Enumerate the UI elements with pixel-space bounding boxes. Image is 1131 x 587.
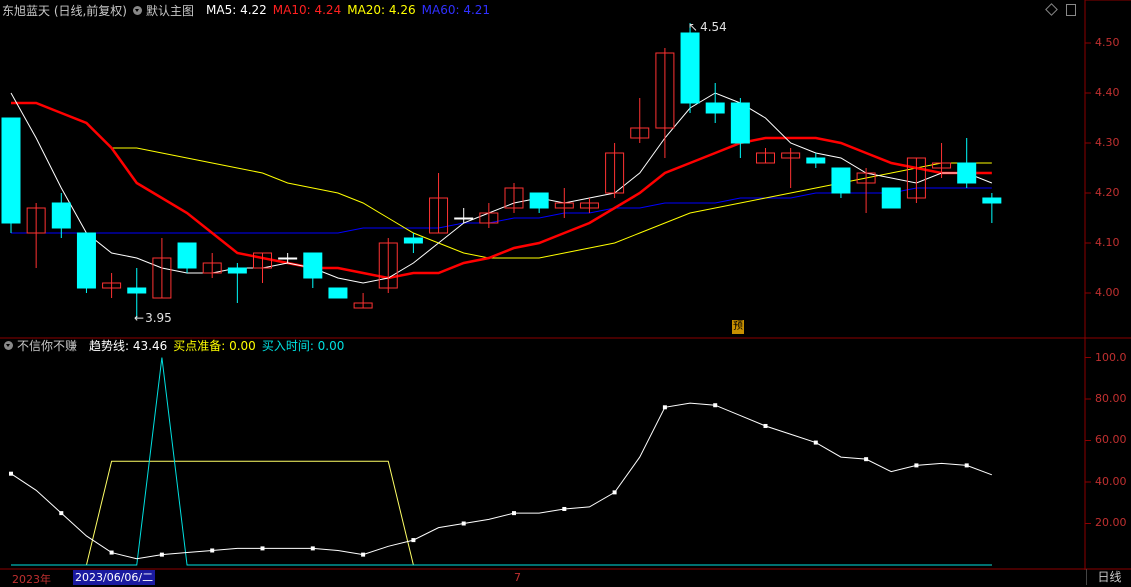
candle-body (881, 187, 901, 209)
trend-point (512, 511, 516, 516)
trend-point (562, 506, 567, 511)
trend-point (411, 538, 416, 543)
candle-body (403, 237, 423, 244)
low-price-value: 3.95 (145, 311, 172, 325)
candle-body (51, 202, 71, 229)
trend-point (59, 511, 64, 516)
trend-point (159, 552, 164, 557)
footer-month: 7 (514, 571, 521, 584)
trend-point (612, 490, 617, 495)
candle-body (680, 32, 700, 104)
candle-body (454, 217, 474, 220)
trend-point (914, 463, 919, 468)
trend-point (813, 440, 818, 445)
trend-point (713, 403, 718, 408)
candle-body (806, 157, 826, 164)
candle-body (328, 287, 348, 299)
trend-point (361, 552, 366, 557)
trend-point (109, 550, 114, 555)
candle-body (730, 102, 750, 144)
arrow-left-icon: ↖ (688, 20, 699, 34)
candle-body (529, 192, 549, 209)
trend-point (260, 546, 265, 551)
candle-body (127, 287, 147, 294)
trend-point (964, 463, 969, 468)
cursor-date: 2023/06/06/二 (73, 570, 156, 585)
low-price-label: ← 3.95 (134, 311, 172, 325)
trend-point (662, 405, 667, 410)
candle-body (957, 162, 977, 184)
buy-prep-line (11, 460, 992, 566)
trend-point (864, 457, 869, 462)
ma20-line (111, 147, 992, 259)
trend-point (9, 471, 13, 476)
high-price-label: ↖ 4.54 (688, 20, 727, 34)
chart-canvas[interactable] (0, 0, 1131, 585)
candle-body (303, 252, 323, 279)
candle-body (982, 197, 1002, 204)
indicator-lines (9, 357, 993, 566)
chart-frame (0, 0, 1131, 570)
candle-body (177, 242, 197, 269)
high-price-value: 4.54 (700, 20, 727, 34)
trend-line (10, 402, 993, 560)
candle-body (831, 167, 851, 194)
candle-body (1, 117, 21, 224)
forecast-badge[interactable]: 预 (732, 320, 744, 334)
candle-body (705, 102, 725, 114)
trend-point (310, 546, 315, 551)
arrow-left-icon: ← (134, 311, 145, 325)
candle-body (227, 267, 247, 274)
candle-body (278, 257, 298, 260)
candle-body (76, 232, 96, 289)
candles (1, 23, 1002, 318)
trend-point (210, 548, 215, 553)
period-button[interactable]: 日线 (1086, 569, 1131, 585)
trend-point (461, 521, 466, 526)
trend-point (763, 423, 768, 428)
